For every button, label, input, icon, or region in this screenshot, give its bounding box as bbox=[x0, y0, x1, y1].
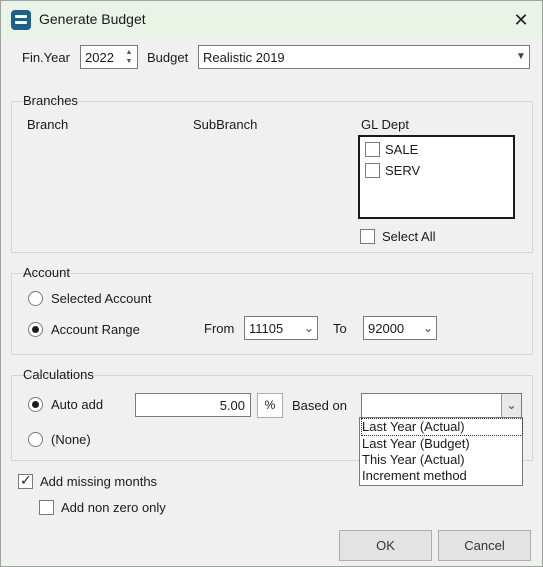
chevron-down-icon[interactable]: ⌄ bbox=[501, 394, 521, 417]
based-on-option[interactable]: Last Year (Budget) bbox=[362, 436, 522, 452]
calculations-group-title: Calculations bbox=[23, 367, 94, 382]
from-label: From bbox=[204, 321, 235, 336]
generate-budget-dialog: Generate Budget ✕ Fin.Year 2022 ▲ ▼ Budge… bbox=[0, 0, 543, 567]
percent-button[interactable]: % bbox=[257, 393, 283, 418]
add-non-zero-only-label: Add non zero only bbox=[61, 500, 166, 515]
chevron-down-icon[interactable]: ⌄ bbox=[420, 317, 436, 339]
budget-value: Realistic 2019 bbox=[203, 50, 285, 65]
based-on-option[interactable]: This Year (Actual) bbox=[362, 452, 522, 468]
window-title: Generate Budget bbox=[39, 11, 146, 27]
gl-dept-checkbox-serv[interactable] bbox=[365, 163, 380, 178]
budget-label: Budget bbox=[147, 50, 189, 65]
to-account-value: 92000 bbox=[368, 321, 405, 336]
selected-account-radio[interactable] bbox=[28, 291, 43, 306]
based-on-option[interactable]: Last Year (Actual) bbox=[361, 418, 523, 436]
auto-add-label: Auto add bbox=[51, 397, 104, 412]
cancel-button[interactable]: Cancel bbox=[438, 530, 531, 561]
fin-year-label: Fin.Year bbox=[22, 50, 70, 65]
none-radio[interactable] bbox=[28, 432, 43, 447]
selected-account-label: Selected Account bbox=[51, 291, 152, 306]
fin-year-spinner[interactable]: 2022 ▲ ▼ bbox=[80, 45, 138, 69]
gl-dept-header: GL Dept bbox=[361, 117, 409, 132]
select-all-checkbox[interactable] bbox=[360, 229, 375, 244]
based-on-dropdown-list: Last Year (Actual) Last Year (Budget) Th… bbox=[359, 417, 523, 486]
fin-year-value: 2022 bbox=[85, 50, 114, 65]
from-account-select[interactable]: 11105 ⌄ bbox=[244, 316, 318, 340]
gl-dept-label-serv: SERV bbox=[385, 163, 421, 178]
select-all-label: Select All bbox=[382, 229, 436, 244]
ok-button[interactable]: OK bbox=[339, 530, 432, 561]
auto-add-radio[interactable] bbox=[28, 397, 43, 412]
add-missing-months-checkbox[interactable] bbox=[18, 472, 33, 489]
to-account-select[interactable]: 92000 ⌄ bbox=[363, 316, 437, 340]
subbranch-header: SubBranch bbox=[193, 117, 258, 132]
based-on-label: Based on bbox=[292, 398, 347, 413]
chevron-down-icon[interactable]: ⌄ bbox=[301, 317, 317, 339]
branches-group-title: Branches bbox=[23, 93, 78, 108]
title-bar: Generate Budget ✕ bbox=[1, 1, 542, 39]
spinner-arrows-icon[interactable]: ▲ ▼ bbox=[123, 48, 135, 66]
auto-add-input[interactable]: 5.00 bbox=[135, 393, 251, 417]
close-button[interactable]: ✕ bbox=[508, 7, 534, 33]
add-non-zero-only-checkbox[interactable] bbox=[39, 500, 54, 515]
add-missing-months-label: Add missing months bbox=[40, 474, 158, 489]
app-icon bbox=[11, 10, 31, 30]
account-range-radio[interactable] bbox=[28, 322, 43, 337]
to-label: To bbox=[333, 321, 347, 336]
account-range-label: Account Range bbox=[51, 322, 140, 337]
account-group bbox=[11, 273, 533, 355]
none-label: (None) bbox=[51, 432, 91, 447]
gl-dept-label-sale: SALE bbox=[385, 142, 419, 157]
chevron-down-icon[interactable]: ▼ bbox=[513, 46, 529, 68]
based-on-select[interactable]: ⌄ bbox=[361, 393, 522, 418]
budget-select[interactable]: Realistic 2019 ▼ bbox=[198, 45, 530, 69]
based-on-option[interactable]: Increment method bbox=[362, 468, 522, 484]
gl-dept-checkbox-sale[interactable] bbox=[365, 142, 380, 157]
from-account-value: 11105 bbox=[249, 321, 284, 336]
branch-header: Branch bbox=[27, 117, 69, 132]
auto-add-value: 5.00 bbox=[219, 398, 245, 413]
close-icon: ✕ bbox=[513, 10, 529, 30]
account-group-title: Account bbox=[23, 265, 70, 280]
gl-dept-list[interactable]: SALE SERV bbox=[358, 135, 515, 219]
